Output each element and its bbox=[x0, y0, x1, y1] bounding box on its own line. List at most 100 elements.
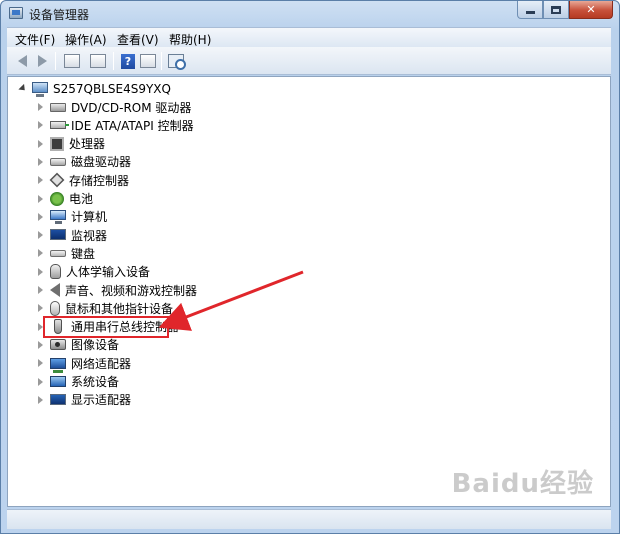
window-title: 设备管理器 bbox=[29, 8, 90, 22]
back-button[interactable] bbox=[13, 53, 31, 69]
collapse-arrow-icon[interactable] bbox=[36, 377, 46, 387]
highlight-box bbox=[43, 316, 169, 338]
device-manager-icon bbox=[9, 7, 23, 19]
forward-button[interactable] bbox=[33, 53, 51, 69]
tree-item[interactable]: IDE ATA/ATAPI 控制器 bbox=[36, 116, 194, 134]
close-icon: ✕ bbox=[586, 3, 596, 16]
scan-hardware-icon bbox=[168, 54, 186, 70]
tree-item[interactable]: 处理器 bbox=[36, 135, 105, 153]
collapse-arrow-icon[interactable] bbox=[36, 102, 46, 112]
collapse-arrow-icon[interactable] bbox=[36, 303, 46, 313]
collapse-arrow-icon[interactable] bbox=[36, 120, 46, 130]
tree-item[interactable]: 监视器 bbox=[36, 226, 107, 244]
system-device-icon bbox=[50, 376, 66, 387]
tree-item-label: 电池 bbox=[69, 192, 94, 206]
tree-root[interactable]: S257QBLSE4S9YXQ bbox=[18, 80, 171, 98]
monitor-icon bbox=[50, 228, 66, 240]
forward-arrow-icon bbox=[37, 55, 47, 67]
tree-item[interactable]: 系统设备 bbox=[36, 373, 119, 391]
menu-view[interactable]: 查看(V) bbox=[117, 31, 159, 48]
tree-item-label: 人体学输入设备 bbox=[66, 265, 151, 280]
collapse-arrow-icon[interactable] bbox=[36, 157, 46, 167]
menu-file[interactable]: 文件(F) bbox=[15, 31, 55, 48]
disk-drive-icon bbox=[50, 157, 66, 166]
dvd-drive-icon bbox=[50, 102, 66, 112]
collapse-arrow-icon[interactable] bbox=[36, 358, 46, 368]
tree-item-label: IDE ATA/ATAPI 控制器 bbox=[71, 118, 194, 133]
collapse-arrow-icon[interactable] bbox=[36, 194, 46, 204]
tree-item[interactable]: 存储控制器 bbox=[36, 171, 129, 189]
baidu-watermark: Baidu经验 bbox=[451, 469, 594, 499]
action-pane-button[interactable] bbox=[139, 53, 157, 69]
tree-item[interactable]: 图像设备 bbox=[36, 336, 119, 354]
toolbar-separator bbox=[161, 52, 162, 70]
tree-item-label: 网络适配器 bbox=[71, 356, 132, 371]
tree-item-label: DVD/CD-ROM 驱动器 bbox=[71, 100, 192, 115]
menu-action[interactable]: 操作(A) bbox=[65, 31, 107, 48]
tree-item-label: 监视器 bbox=[71, 228, 108, 243]
speaker-icon bbox=[50, 283, 60, 297]
tree-item[interactable]: 鼠标和其他指针设备 bbox=[36, 299, 173, 317]
maximize-button[interactable] bbox=[543, 1, 569, 19]
properties-icon bbox=[90, 54, 106, 68]
device-tree-pane[interactable]: S257QBLSE4S9YXQ DVD/CD-ROM 驱动器 IDE ATA/AT… bbox=[7, 76, 611, 507]
toolbar-separator bbox=[113, 52, 114, 70]
tree-item-label: 键盘 bbox=[71, 246, 96, 261]
root-label: S257QBLSE4S9YXQ bbox=[53, 82, 171, 96]
caption-buttons: ✕ bbox=[517, 1, 613, 19]
status-bar bbox=[7, 509, 611, 529]
maximize-icon bbox=[551, 5, 561, 14]
help-icon: ? bbox=[121, 53, 135, 69]
collapse-arrow-icon[interactable] bbox=[36, 340, 46, 350]
scan-hardware-button[interactable] bbox=[167, 53, 186, 70]
computer-icon bbox=[50, 210, 66, 225]
tree-item[interactable]: 显示适配器 bbox=[36, 391, 131, 409]
tree-item-label: 鼠标和其他指针设备 bbox=[65, 301, 174, 316]
processor-icon bbox=[50, 136, 64, 151]
title-bar[interactable]: 设备管理器 ✕ bbox=[1, 1, 619, 27]
tree-item[interactable]: 声音、视频和游戏控制器 bbox=[36, 281, 197, 299]
collapse-arrow-icon[interactable] bbox=[36, 248, 46, 258]
show-hide-tree-button[interactable] bbox=[63, 53, 81, 69]
tree-item-label: 声音、视频和游戏控制器 bbox=[65, 283, 198, 298]
tree-item[interactable]: DVD/CD-ROM 驱动器 bbox=[36, 98, 191, 116]
camera-icon bbox=[50, 339, 66, 351]
mouse-icon bbox=[50, 300, 60, 316]
collapse-arrow-icon[interactable] bbox=[36, 395, 46, 405]
collapse-arrow-icon[interactable] bbox=[36, 139, 46, 149]
action-pane-icon bbox=[140, 54, 156, 68]
tree-item-label: 磁盘驱动器 bbox=[71, 155, 132, 170]
tree-item[interactable]: 人体学输入设备 bbox=[36, 263, 150, 281]
close-button[interactable]: ✕ bbox=[569, 1, 613, 19]
tree-item[interactable]: 计算机 bbox=[36, 208, 107, 226]
collapse-arrow-icon[interactable] bbox=[36, 285, 46, 295]
tree-item-label: 计算机 bbox=[71, 210, 108, 225]
minimize-icon bbox=[525, 11, 535, 14]
collapse-arrow-icon[interactable] bbox=[36, 212, 46, 222]
help-button[interactable]: ? bbox=[119, 53, 137, 69]
display-adapter-icon bbox=[50, 394, 66, 406]
tree-item[interactable]: 网络适配器 bbox=[36, 354, 132, 373]
expand-arrow-icon[interactable] bbox=[18, 84, 28, 94]
properties-button[interactable] bbox=[89, 53, 107, 69]
computer-icon bbox=[32, 82, 48, 97]
back-arrow-icon bbox=[17, 55, 27, 67]
collapse-arrow-icon[interactable] bbox=[36, 230, 46, 240]
tree-item[interactable]: 电池 bbox=[36, 190, 93, 208]
hid-icon bbox=[50, 264, 61, 280]
tree-item-label: 显示适配器 bbox=[71, 393, 132, 408]
collapse-arrow-icon[interactable] bbox=[36, 267, 46, 277]
tree-item-label: 存储控制器 bbox=[69, 173, 130, 188]
ide-controller-icon bbox=[50, 121, 69, 130]
menu-bar: 文件(F) 操作(A) 查看(V) 帮助(H) bbox=[7, 27, 611, 47]
tree-item[interactable]: 键盘 bbox=[36, 244, 95, 262]
collapse-arrow-icon[interactable] bbox=[36, 175, 46, 185]
tree-item[interactable]: 磁盘驱动器 bbox=[36, 153, 131, 171]
keyboard-icon bbox=[50, 249, 66, 257]
menu-help[interactable]: 帮助(H) bbox=[169, 31, 211, 48]
toolbar: ? bbox=[7, 47, 611, 75]
minimize-button[interactable] bbox=[517, 1, 543, 19]
tree-item-label: 系统设备 bbox=[71, 375, 120, 389]
storage-controller-icon bbox=[49, 172, 65, 188]
tree-item-label: 图像设备 bbox=[71, 338, 120, 353]
